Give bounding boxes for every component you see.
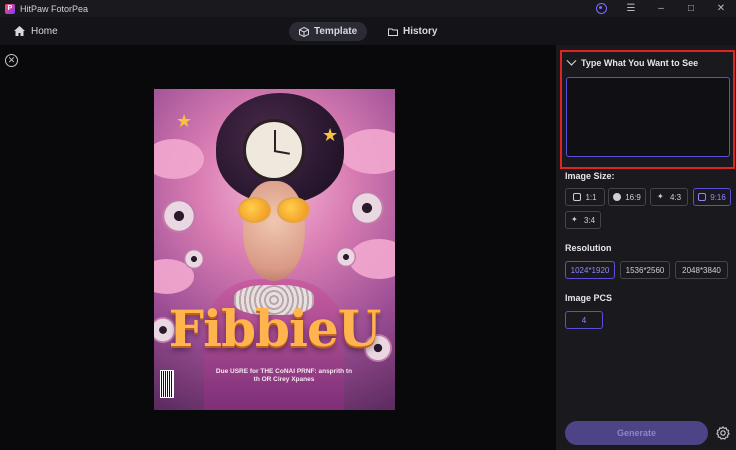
barcode-icon — [160, 370, 174, 398]
tab-history[interactable]: History — [378, 22, 447, 41]
poster-subtitle: Due USRE for THE CoNAI PRNF: ansprith tn… — [215, 368, 353, 383]
image-pcs-value[interactable]: 4 — [565, 311, 603, 329]
size-option-4-3[interactable]: ✦ 4:3 — [650, 188, 688, 206]
hamburger-icon: ☰ — [626, 3, 636, 14]
eyeball-shape — [162, 199, 196, 233]
size-option-1-1[interactable]: 1:1 — [565, 188, 605, 206]
tab-template-label: Template — [314, 26, 358, 37]
instagram-icon — [573, 193, 582, 201]
close-window-button[interactable]: ✕ — [706, 0, 736, 17]
close-circle-icon: ✕ — [7, 55, 16, 65]
resolution-option-1024x1920[interactable]: 1024*1920 — [565, 261, 615, 279]
maximize-icon: □ — [687, 3, 695, 14]
eyeball-shape — [184, 249, 204, 269]
close-icon: ✕ — [716, 3, 726, 14]
poster-title: FibbieU — [168, 299, 382, 358]
home-icon — [14, 26, 25, 36]
chevron-down-icon — [566, 55, 577, 66]
tab-template[interactable]: Template — [289, 22, 368, 41]
size-option-label: 16:9 — [625, 192, 641, 202]
size-option-label: 9:16 — [710, 192, 726, 202]
prompt-input[interactable] — [566, 77, 730, 157]
prompt-section: Type What You Want to See — [560, 50, 735, 169]
prompt-header-label: Type What You Want to See — [581, 58, 699, 68]
image-pcs-label: Image PCS — [565, 293, 613, 303]
facebook-icon — [613, 193, 622, 201]
nav-bar: Home Template History — [0, 17, 736, 45]
account-button[interactable] — [586, 0, 616, 17]
folder-icon — [388, 28, 398, 36]
minimize-icon: – — [658, 3, 664, 14]
twitter-icon: ✦ — [570, 215, 578, 224]
home-button[interactable]: Home — [14, 17, 58, 45]
prompt-header[interactable]: Type What You Want to See — [566, 55, 699, 68]
eyeball-shape — [350, 191, 384, 225]
cube-icon — [299, 26, 309, 37]
cloud-shape — [349, 239, 395, 279]
menu-button[interactable]: ☰ — [616, 0, 646, 17]
eyeball-shape — [336, 247, 356, 267]
sunglasses-shape — [238, 197, 312, 225]
maximize-button[interactable]: □ — [676, 0, 706, 17]
window-controls: ☰ – □ ✕ — [586, 0, 736, 17]
size-option-label: 4:3 — [669, 192, 682, 202]
resolution-option-1536x2560[interactable]: 1536*2560 — [620, 261, 670, 279]
title-bar: P HitPaw FotorPea ☰ – □ ✕ — [0, 0, 736, 17]
user-icon — [595, 3, 607, 14]
settings-panel: Type What You Want to See Image Size: 1:… — [556, 45, 736, 450]
size-option-9-16[interactable]: 9:16 — [693, 188, 731, 206]
close-preview-button[interactable]: ✕ — [5, 54, 18, 67]
tab-history-label: History — [403, 26, 438, 37]
twitter-icon: ✦ — [656, 192, 664, 201]
app-logo-icon: P — [5, 3, 15, 14]
size-option-label: 3:4 — [583, 215, 596, 225]
star-icon: ★ — [322, 125, 339, 145]
resolution-option-2048x3840[interactable]: 2048*3840 — [675, 261, 728, 279]
size-option-3-4[interactable]: ✦ 3:4 — [565, 211, 601, 229]
minimize-button[interactable]: – — [646, 0, 676, 17]
generate-button[interactable]: Generate — [565, 421, 708, 445]
gear-icon[interactable] — [716, 426, 730, 440]
cloud-shape — [339, 129, 395, 174]
cloud-shape — [154, 139, 204, 179]
clock-shape — [243, 119, 305, 181]
home-label: Home — [31, 25, 58, 37]
app-title: HitPaw FotorPea — [20, 3, 89, 14]
generated-image-preview: ★ ★ FibbieU Due USRE for THE CoNAI PRNF:… — [154, 89, 395, 410]
resolution-label: Resolution — [565, 243, 612, 253]
image-size-label: Image Size: — [565, 171, 615, 181]
star-icon: ★ — [176, 111, 193, 131]
size-option-label: 1:1 — [585, 192, 597, 202]
face-shape — [243, 181, 305, 281]
preview-area: ✕ ★ ★ FibbieU Due USRE for THE CoNAI PRN… — [0, 45, 556, 450]
instagram-icon — [698, 193, 707, 201]
size-option-16-9[interactable]: 16:9 — [608, 188, 646, 206]
